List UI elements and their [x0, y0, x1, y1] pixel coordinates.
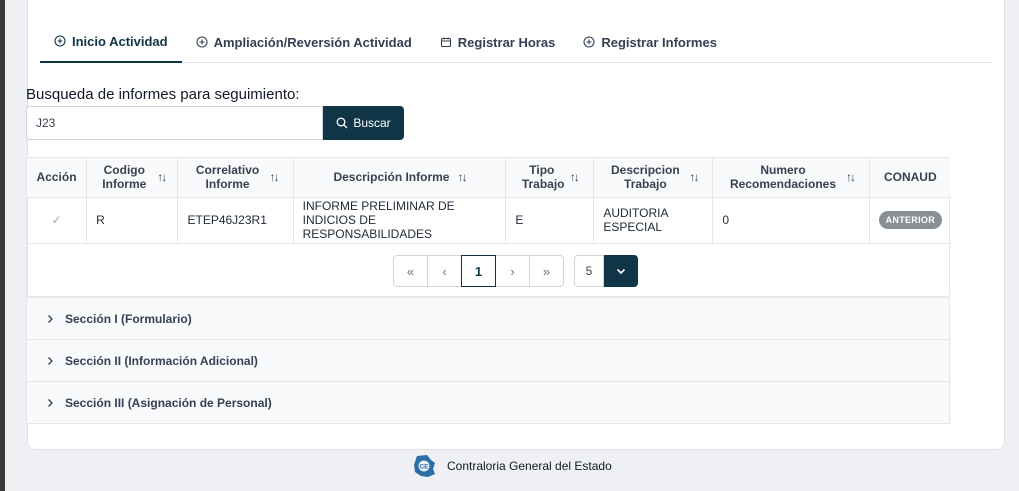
footer-text: Contraloria General del Estado	[447, 459, 612, 473]
section-formulario[interactable]: Sección I (Formulario)	[27, 297, 949, 339]
tab-label: Registrar Informes	[601, 34, 717, 50]
select-check-icon[interactable]: ✓	[27, 197, 88, 244]
results-table: Acción Codigo Informe ↑↓ Correlativo Info…	[26, 157, 951, 297]
section-label: Sección I (Formulario)	[65, 311, 192, 326]
chevron-right-icon	[48, 398, 53, 407]
search-label: Busqueda de informes para seguimiento:	[26, 86, 300, 103]
window-edge	[0, 0, 5, 491]
header-correlativo[interactable]: Correlativo Informe ↑↓	[177, 158, 294, 198]
next-page-button[interactable]: ›	[495, 255, 530, 287]
tab-label: Registrar Horas	[457, 34, 556, 50]
sections-accordion: Sección I (Formulario) Sección II (Infor…	[26, 297, 950, 424]
header-desc-trabajo[interactable]: Descripcion Trabajo ↑↓	[593, 158, 714, 198]
cell-numero: 0	[712, 197, 870, 244]
section-label: Sección II (Información Adicional)	[65, 353, 258, 368]
first-page-button[interactable]: «	[393, 255, 428, 287]
sort-icon[interactable]: ↑↓	[689, 170, 699, 184]
page-size-select[interactable]: 5	[574, 255, 638, 287]
header-tipo[interactable]: Tipo Trabajo ↑↓	[505, 158, 595, 198]
sort-icon[interactable]: ↑↓	[570, 170, 580, 184]
tab-registrar-informes[interactable]: Registrar Informes	[569, 21, 731, 63]
svg-text:CE: CE	[419, 464, 429, 471]
page-1-button[interactable]: 1	[461, 255, 496, 287]
tab-ampliacion-reversion[interactable]: Ampliación/Reversión Actividad	[182, 21, 426, 63]
search-button[interactable]: Buscar	[323, 106, 404, 140]
tab-inicio-actividad[interactable]: Inicio Actividad	[40, 21, 182, 63]
section-informacion-adicional[interactable]: Sección II (Información Adicional)	[27, 339, 949, 381]
cell-codigo: R	[86, 197, 179, 244]
status-badge: ANTERIOR	[878, 211, 942, 229]
calendar-icon	[440, 37, 451, 48]
sort-icon[interactable]: ↑↓	[157, 170, 167, 184]
tab-bar: Inicio Actividad Ampliación/Reversión Ac…	[40, 21, 992, 63]
plus-circle-icon	[196, 36, 208, 48]
sort-icon[interactable]: ↑↓	[270, 170, 280, 184]
plus-circle-icon	[583, 36, 595, 48]
header-descripcion[interactable]: Descripción Informe ↑↓	[293, 158, 507, 198]
chevron-right-icon	[48, 356, 53, 365]
sort-icon[interactable]: ↑↓	[846, 170, 856, 184]
search-input[interactable]	[26, 106, 323, 140]
cell-desc-trabajo: AUDITORIA ESPECIAL	[593, 197, 714, 244]
last-page-button[interactable]: »	[529, 255, 564, 287]
cell-descripcion: INFORME PRELIMINAR DE INDICIOS DE RESPON…	[293, 197, 507, 244]
cell-tipo: E	[505, 197, 595, 244]
section-asignacion-personal[interactable]: Sección III (Asignación de Personal)	[27, 381, 949, 423]
cell-correlativo: ETEP46J23R1	[177, 197, 294, 244]
cell-conaud: ANTERIOR	[869, 197, 951, 244]
header-accion: Acción	[27, 158, 88, 198]
footer: CE Contraloria General del Estado	[411, 453, 612, 479]
page-size-value: 5	[574, 255, 604, 287]
logo-icon: CE	[414, 455, 435, 477]
pagination: « ‹ 1 › » 5	[393, 255, 638, 287]
header-codigo[interactable]: Codigo Informe ↑↓	[86, 158, 179, 198]
search-icon	[336, 117, 348, 129]
sort-icon[interactable]: ↑↓	[457, 170, 467, 184]
chevron-down-icon[interactable]	[604, 255, 638, 287]
tab-label: Inicio Actividad	[72, 33, 168, 49]
header-numero[interactable]: Numero Recomendaciones ↑↓	[712, 158, 870, 198]
header-conaud: CONAUD	[869, 158, 951, 198]
plus-circle-icon	[54, 35, 66, 47]
chevron-right-icon	[48, 314, 53, 323]
prev-page-button[interactable]: ‹	[427, 255, 462, 287]
section-label: Sección III (Asignación de Personal)	[65, 395, 272, 410]
table-row: ✓ R ETEP46J23R1 INFORME PRELIMINAR DE IN…	[27, 197, 951, 244]
search-button-label: Buscar	[353, 116, 391, 130]
tab-registrar-horas[interactable]: Registrar Horas	[426, 21, 570, 63]
tab-label: Ampliación/Reversión Actividad	[213, 34, 412, 50]
